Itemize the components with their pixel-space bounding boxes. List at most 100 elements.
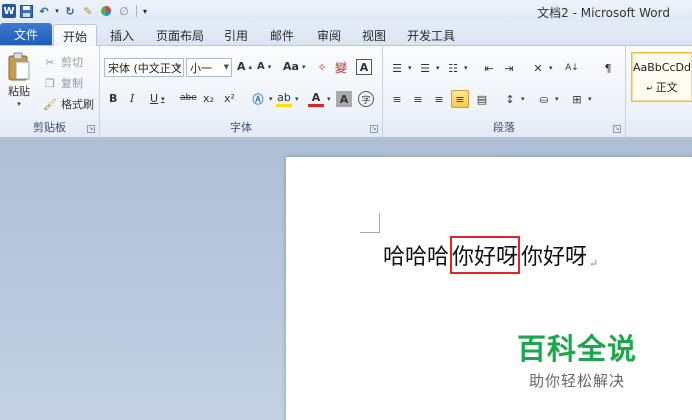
font-name-value: 宋体 (中文正文: [108, 61, 182, 75]
phonetic-guide-icon: 變: [334, 60, 347, 75]
undo-dropdown-icon[interactable]: ▾: [54, 3, 60, 19]
highlighter-icon: ab: [276, 91, 292, 107]
sort-button[interactable]: A↓: [564, 60, 580, 76]
shrink-font-button[interactable]: A ▾: [257, 61, 271, 72]
redo-icon[interactable]: ↻: [62, 3, 78, 19]
enclose-characters-icon: 字: [358, 91, 374, 107]
borders-button[interactable]: ⊞ ▾: [569, 91, 591, 107]
text-run: 你好呀: [521, 245, 588, 270]
font-launcher-icon[interactable]: ↘: [370, 125, 378, 133]
align-center-icon: ≡: [413, 92, 423, 106]
tab-references[interactable]: 引用: [218, 24, 254, 46]
sort-icon: A↓: [565, 63, 579, 73]
tab-view[interactable]: 视图: [356, 24, 392, 46]
undo-icon[interactable]: ↶: [36, 3, 52, 19]
strikethrough-button[interactable]: abe: [180, 93, 197, 103]
decrease-indent-button[interactable]: ⇤: [481, 60, 497, 76]
align-right-button[interactable]: ≡: [431, 91, 447, 107]
chevron-down-icon: ▼: [223, 63, 229, 71]
chinese-layout-button[interactable]: ✕ ▾: [530, 60, 552, 76]
font-size-combo[interactable]: 小一 ▼: [186, 58, 232, 77]
paragraph-mark-icon: ↵: [589, 257, 599, 270]
watermark: 百科全说 助你轻松解决: [502, 326, 652, 391]
quick-access-toolbar: W ↶ ▾ ↻ ✎ ∅ ▾: [2, 3, 149, 19]
paragraph-mark-icon: ↵: [646, 84, 656, 93]
tab-insert[interactable]: 插入: [104, 24, 140, 46]
customize-qat-icon[interactable]: ▾: [141, 3, 149, 19]
tab-home[interactable]: 开始: [53, 24, 97, 47]
superscript-button[interactable]: x²: [224, 92, 235, 105]
character-shading-button[interactable]: A: [336, 91, 352, 107]
clear-formatting-button[interactable]: ✧: [314, 59, 330, 75]
save-icon[interactable]: [18, 3, 34, 19]
text-effects-button[interactable]: Ⓐ ▾: [250, 91, 273, 107]
word-app-icon[interactable]: W: [2, 4, 16, 18]
paste-button[interactable]: 粘贴 ▾: [7, 52, 31, 108]
multilevel-list-button[interactable]: ☷ ▾: [445, 60, 467, 76]
font-name-combo[interactable]: 宋体 (中文正文 ▼: [104, 58, 184, 77]
format-painter-button[interactable]: 🖌 格式刷: [42, 96, 94, 112]
color-circle-icon[interactable]: [98, 3, 114, 19]
watermark-title: 百科全说: [516, 332, 637, 366]
copy-label: 复制: [61, 77, 83, 90]
document-paragraph[interactable]: 哈哈哈 你好呀 你好呀 ↵: [383, 236, 598, 274]
shading-button[interactable]: ⛀ ▾: [536, 91, 558, 107]
draw-icon[interactable]: ∅: [116, 3, 132, 19]
tab-page-layout[interactable]: 页面布局: [150, 24, 210, 46]
clipboard-icon: [8, 52, 30, 81]
copy-icon: ❐: [45, 76, 55, 90]
phonetic-guide-button[interactable]: 變: [333, 59, 349, 75]
underline-icon: U: [150, 92, 159, 105]
align-left-button[interactable]: ≡: [389, 91, 405, 107]
style-name: 正文: [655, 81, 678, 94]
strikethrough-icon: abe: [180, 93, 197, 103]
enclose-characters-button[interactable]: 字: [358, 91, 374, 107]
character-border-button[interactable]: A: [356, 59, 372, 75]
margin-corner-mark: [379, 213, 380, 233]
distributed-icon: ▤: [476, 92, 488, 106]
cut-button[interactable]: ✂ 剪切: [42, 54, 83, 70]
highlight-button[interactable]: ab ▾: [276, 91, 299, 107]
style-normal[interactable]: AaBbCcDd ↵ 正文: [631, 52, 692, 102]
tab-developer[interactable]: 开发工具: [402, 24, 460, 46]
align-center-button[interactable]: ≡: [410, 91, 426, 107]
show-marks-button[interactable]: ¶: [600, 60, 616, 76]
distributed-button[interactable]: ▤: [474, 91, 490, 107]
format-painter-label: 格式刷: [61, 98, 94, 111]
clipboard-launcher-icon[interactable]: ↘: [87, 125, 95, 133]
copy-button[interactable]: ❐ 复制: [42, 75, 83, 91]
increase-indent-button[interactable]: ⇥: [501, 60, 517, 76]
shrink-font-icon: A: [257, 61, 265, 72]
window-title: 文档2 - Microsoft Word: [537, 6, 670, 20]
format-brush-icon[interactable]: ✎: [80, 3, 96, 19]
font-color-button[interactable]: A ▾: [308, 91, 331, 107]
paste-label: 粘贴: [8, 85, 30, 98]
selected-text[interactable]: 你好呀: [450, 236, 521, 274]
increase-indent-icon: ⇥: [504, 61, 514, 75]
scissors-icon: ✂: [45, 55, 55, 69]
font-group-label: 字体: [230, 121, 252, 134]
paragraph-group: ☰ ▾ ☰ ▾ ☷ ▾ ⇤ ⇥ ✕ ▾ A↓ ¶ ≡ ≡ ≡ ≡ ▤ ↕ ▾ ⛀ ▾ ⊞ ▾ …: [383, 46, 626, 138]
bullets-button[interactable]: ☰ ▾: [389, 60, 411, 76]
subscript-button[interactable]: x₂: [203, 92, 214, 105]
tab-mailings[interactable]: 邮件: [264, 24, 300, 46]
paragraph-launcher-icon[interactable]: ↘: [613, 125, 621, 133]
justify-button[interactable]: ≡: [451, 90, 469, 108]
tab-review[interactable]: 审阅: [311, 24, 347, 46]
paragraph-mark-icon: ¶: [604, 61, 612, 75]
italic-button[interactable]: I: [130, 92, 134, 105]
bold-button[interactable]: B: [109, 92, 117, 105]
paste-dropdown-icon: ▾: [17, 100, 21, 108]
tab-file[interactable]: 文件: [0, 23, 52, 45]
superscript-icon: x²: [224, 92, 235, 105]
grow-font-button[interactable]: A ▴: [237, 60, 252, 73]
line-spacing-button[interactable]: ↕ ▾: [502, 91, 524, 107]
style-preview: AaBbCcDd: [633, 61, 691, 74]
chinese-layout-icon: ✕: [533, 61, 543, 75]
italic-icon: I: [130, 92, 135, 105]
underline-button[interactable]: U ▾: [150, 92, 165, 105]
change-case-button[interactable]: Aa ▾: [283, 60, 305, 73]
numbering-button[interactable]: ☰ ▾: [417, 60, 439, 76]
decrease-indent-icon: ⇤: [484, 61, 494, 75]
subscript-icon: x₂: [203, 92, 214, 105]
